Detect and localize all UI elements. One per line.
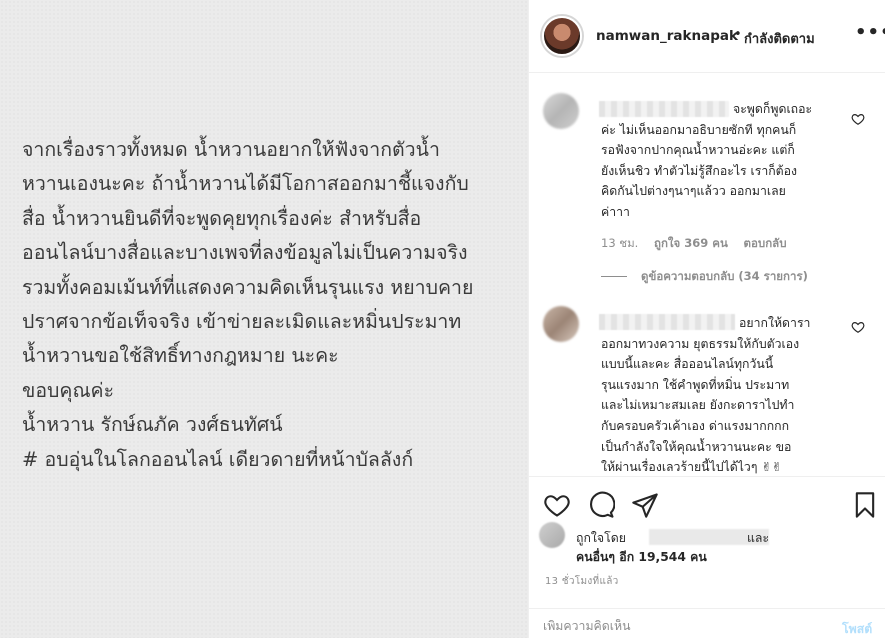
comment-line: เป็นกำลังใจให้คุณน้ำหวานนะคะ ขอ xyxy=(601,439,792,454)
comment-time: 13 ชม. xyxy=(601,236,639,250)
comment-line: รอฟังจากปากคุณน้ำหวานอ่ะคะ แต่ก็ xyxy=(601,143,795,158)
comment-line: จะพูดก็พูดเถอะ xyxy=(733,102,813,116)
comment-line: ค่าาา xyxy=(601,204,630,219)
heart-icon[interactable] xyxy=(543,491,571,519)
statement-line: ปราศจากข้อเท็จจริง เข้าข่ายละเมิดและหมิ่… xyxy=(22,310,462,334)
comment-line: รุนแรงมาก ใช้คำพูดที่หมิ่น ประมาท xyxy=(601,377,790,392)
likes-count-link[interactable]: คนอื่นๆ อีก 19,544 คน xyxy=(576,548,707,567)
username-link[interactable]: namwan_raknapak xyxy=(596,28,738,44)
statement-line: จากเรื่องราวทั้งหมด น้ำหวานอยากให้ฟังจาก… xyxy=(22,138,440,161)
comment-input[interactable] xyxy=(543,619,803,633)
comment-line: ยังเห็นชิว ทำตัวไม่รู้สึกอะไร เราก็ต้อง xyxy=(601,163,798,178)
comment-likes[interactable]: ถูกใจ 369 คน xyxy=(654,236,728,250)
statement-line: สื่อ น้ำหวานยินดีที่จะพูดคุยทุกเรื่องค่ะ… xyxy=(22,206,422,230)
view-replies-label: ดูข้อความตอบกลับ (34 รายการ) xyxy=(641,269,808,283)
comment-icon[interactable] xyxy=(587,491,615,519)
more-options-icon[interactable]: ••• xyxy=(855,22,885,43)
post-timestamp[interactable]: 13 ชั่วโมงที่แล้ว xyxy=(545,574,619,589)
post-comment-button[interactable]: โพสต์ xyxy=(842,620,872,638)
statement-line: ออนไลน์บางสื่อและบางเพจที่ลงข้อมูลไม่เป็… xyxy=(22,241,468,265)
commenter-avatar[interactable] xyxy=(543,93,579,129)
comment-line: ออกมาทวงความ ยุตธรรมให้กับตัวเอง xyxy=(601,336,800,351)
comment-line: และไม่เหมาะสมเลย ยังกะดาราไปทำ xyxy=(601,398,795,413)
comment-meta: 13 ชม. ถูกใจ 369 คน ตอบกลับ xyxy=(601,235,799,253)
statement-line: ขอบคุณค่ะ xyxy=(22,378,115,402)
liker-avatar[interactable] xyxy=(539,522,565,548)
separator-dot: • xyxy=(734,27,742,42)
replies-dash xyxy=(601,276,627,277)
statement-line: รวมทั้งคอมเม้นท์ที่แสดงความคิดเห็นรุนแรง… xyxy=(22,275,474,299)
statement-line: หวานเองนะคะ ถ้าน้ำหวานได้มีโอกาสออกมาชี้… xyxy=(22,172,469,196)
post-header: namwan_raknapak • กำลังติดตาม ••• xyxy=(529,0,885,73)
liked-by-label: ถูกใจโดย xyxy=(576,531,626,545)
add-comment-bar: โพสต์ xyxy=(529,608,885,638)
profile-avatar[interactable] xyxy=(542,16,582,56)
post-statement: จากเรื่องราวทั้งหมด น้ำหวานอยากให้ฟังจาก… xyxy=(22,133,522,477)
share-icon[interactable] xyxy=(631,491,659,519)
commenter-avatar[interactable] xyxy=(543,306,579,342)
bookmark-icon[interactable] xyxy=(851,491,879,519)
following-button[interactable]: กำลังติดตาม xyxy=(744,28,815,49)
liked-and-label: และ xyxy=(747,531,770,545)
reply-button[interactable]: ตอบกลับ xyxy=(744,236,787,250)
statement-line: # อบอุ่นในโลกออนไลน์ เดียวดายที่หน้าบัลล… xyxy=(22,447,414,471)
post-image: จากเรื่องราวทั้งหมด น้ำหวานอยากให้ฟังจาก… xyxy=(0,0,528,638)
heart-icon[interactable] xyxy=(851,112,865,126)
comment-line: อยากให้ดารา xyxy=(739,316,811,330)
comment-line: ให้ผ่านเรื่องเลวร้ายนี้ไปได้ไวๆ ✌✌ xyxy=(601,460,782,475)
statement-line: น้ำหวานขอใช้สิทธิ์ทางกฎหมาย นะคะ xyxy=(22,344,339,368)
comment-line: แบบนี้และคะ สื่อออนไลน์ทุกวันนี้ xyxy=(601,357,774,372)
comment-line: ค่ะ ไม่เห็นออกมาอธิบายซักที ทุกคนก็ xyxy=(601,122,797,137)
comment-line: คิดกันไปต่างๆนาๆแล้วว ออกมาเลย xyxy=(601,184,786,199)
post-side-panel: namwan_raknapak • กำลังติดตาม ••• จะพูดก… xyxy=(528,0,885,638)
statement-line: น้ำหวาน รักษ์ณภัค วงศ์ธนทัศน์ xyxy=(22,413,283,437)
comment-line: กับครอบครัวเค้าเอง ด่าแรงมากกกก xyxy=(601,418,790,433)
heart-icon[interactable] xyxy=(851,320,865,334)
view-replies-button[interactable]: ดูข้อความตอบกลับ (34 รายการ) xyxy=(601,268,808,286)
